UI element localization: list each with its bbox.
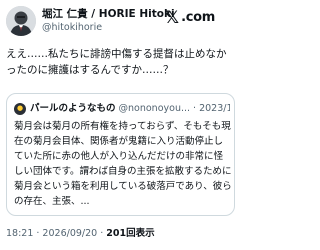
post-card: 堀江 仁貴 / HORIE Hitoki @hitokihorie 𝕏 .com… [0,0,241,250]
post-text: ええ……私たちに誹謗中傷する提督は止めなかったのに擁護はするんですか……？ [6,48,227,76]
x-logo-text: .com [181,10,215,25]
pearl-avatar-icon: ● [14,102,26,115]
quoted-author-name: パールのようなもの [30,103,116,114]
quoted-post-text: 菊月会は菊月の所有権を持っておらず、そもそも現在の菊月会目体、関係者が鬼籍に入り… [14,121,232,207]
x-logo-icon: 𝕏 [165,8,180,28]
author-names: 堀江 仁貴 / HORIE Hitoki @hitokihorie [42,7,175,34]
post-timestamp[interactable]: 18:21 · 2026/09/20 · [6,228,106,239]
quoted-post-header: ● パールのようなもの @nononoyou... · 2023/11/09 [14,102,230,115]
author-avatar[interactable] [6,6,36,36]
x-logo: 𝕏 .com [165,9,215,27]
author-handle[interactable]: @hitokihorie [42,21,175,34]
profile-photo-icon [6,6,36,36]
view-count[interactable]: 201回表示 [106,228,154,239]
author-display-name[interactable]: 堀江 仁貴 / HORIE Hitoki [42,7,175,21]
post-footer: 18:21 · 2026/09/20 · 201回表示 [6,225,155,239]
quoted-post[interactable]: ● パールのようなもの @nononoyou... · 2023/11/09 菊… [6,93,235,216]
post-header: 堀江 仁貴 / HORIE Hitoki @hitokihorie 𝕏 .com [6,6,235,36]
quoted-author-meta: @nononoyou... · 2023/11/09 [118,103,230,114]
